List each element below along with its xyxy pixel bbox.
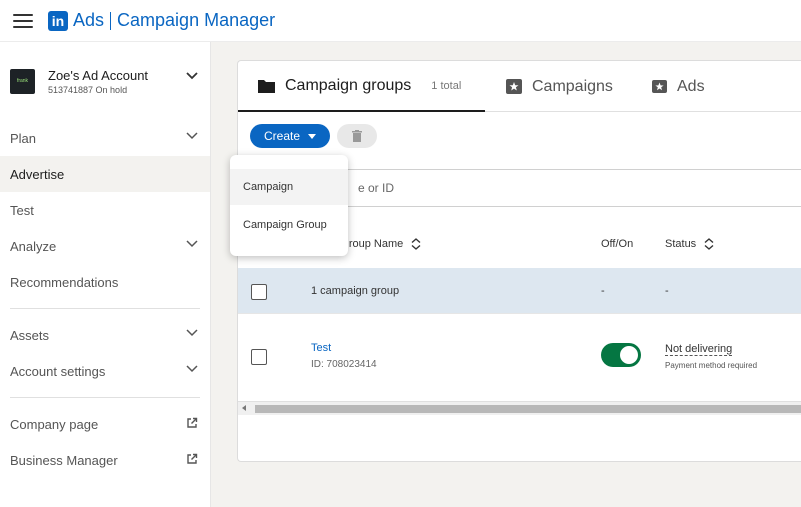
- create-button[interactable]: Create: [250, 124, 330, 148]
- column-label: Off/On: [601, 238, 634, 250]
- tab-label: Ads: [677, 77, 705, 95]
- toolbar: Create: [250, 123, 377, 149]
- account-switcher[interactable]: frank Zoe's Ad Account 513741887 On hold: [0, 42, 210, 120]
- sidebar-item-test[interactable]: Test: [0, 192, 210, 228]
- tab-label: Campaigns: [532, 77, 613, 95]
- menu-icon[interactable]: [13, 13, 33, 28]
- chevron-down-icon: [186, 365, 198, 373]
- campaign-icon: [506, 79, 522, 94]
- column-header-off-on: Off/On: [601, 238, 633, 250]
- sidebar-item-recommendations[interactable]: Recommendations: [0, 264, 210, 300]
- chevron-down-icon: [186, 240, 198, 248]
- ad-icon: [652, 80, 667, 93]
- chevron-down-icon: [186, 329, 198, 337]
- sidebar-item-account-settings[interactable]: Account settings: [0, 353, 210, 389]
- campaign-group-link[interactable]: Test: [311, 342, 331, 354]
- account-logo: frank: [10, 68, 35, 94]
- summary-count: 1 campaign group: [311, 285, 400, 297]
- top-bar: in Ads Campaign Manager: [0, 0, 801, 42]
- sidebar-item-label: Advertise: [10, 166, 65, 182]
- summary-row: 1 campaign group - -: [238, 268, 801, 313]
- sidebar-item-advertise[interactable]: Advertise: [0, 156, 210, 192]
- sidebar: frank Zoe's Ad Account 513741887 On hold…: [0, 42, 211, 507]
- sidebar-item-label: Assets: [10, 327, 50, 343]
- sidebar-item-assets[interactable]: Assets: [0, 317, 210, 353]
- horizontal-scrollbar[interactable]: [238, 401, 801, 415]
- sort-icon: [411, 238, 421, 250]
- external-link-icon: [187, 453, 198, 464]
- sidebar-item-plan[interactable]: Plan: [0, 120, 210, 156]
- column-label: Status: [665, 238, 697, 250]
- create-dropdown-menu: Campaign Campaign Group: [230, 155, 348, 256]
- brand-separator: [110, 11, 112, 30]
- sidebar-item-label: Account settings: [10, 363, 106, 379]
- table-row: Test ID: 708023414 Not delivering Paymen…: [238, 313, 801, 398]
- status-link[interactable]: Not delivering: [665, 343, 733, 356]
- on-off-toggle[interactable]: [601, 343, 641, 367]
- tab-campaigns[interactable]: Campaigns: [506, 61, 613, 112]
- chevron-down-icon[interactable]: [186, 72, 198, 80]
- menu-item-campaign-group[interactable]: Campaign Group: [230, 207, 348, 243]
- summary-status: -: [665, 285, 669, 297]
- tab-ads[interactable]: Ads: [652, 61, 705, 112]
- sort-icon: [704, 238, 714, 250]
- caret-down-icon: [308, 133, 317, 139]
- column-header-status[interactable]: Status: [665, 238, 714, 250]
- delete-button[interactable]: [337, 124, 377, 148]
- linkedin-logo: in: [48, 10, 68, 31]
- brand-ads: Ads: [73, 10, 105, 30]
- sidebar-item-company-page[interactable]: Company page: [0, 406, 210, 442]
- sidebar-divider: [10, 308, 200, 309]
- sidebar-item-analyze[interactable]: Analyze: [0, 228, 210, 264]
- sidebar-item-label: Recommendations: [10, 274, 119, 290]
- account-status: 513741887 On hold: [48, 84, 128, 95]
- tab-bar: Campaign groups 1 total Campaigns Ads: [238, 61, 801, 112]
- tab-count: 1 total: [431, 79, 462, 92]
- trash-icon: [352, 130, 362, 142]
- menu-item-campaign[interactable]: Campaign: [230, 169, 348, 205]
- app-title: Campaign Manager: [117, 10, 276, 30]
- sidebar-item-business-manager[interactable]: Business Manager: [0, 442, 210, 478]
- campaign-groups-panel: Campaign groups 1 total Campaigns Ads Cr…: [237, 60, 801, 462]
- sidebar-item-label: Plan: [10, 130, 37, 146]
- tab-campaign-groups[interactable]: Campaign groups 1 total: [238, 61, 485, 112]
- summary-off-on: -: [601, 285, 605, 297]
- account-name: Zoe's Ad Account: [48, 67, 149, 83]
- row-checkbox[interactable]: [251, 349, 267, 365]
- select-all-checkbox[interactable]: [251, 284, 267, 300]
- tab-label: Campaign groups: [285, 76, 412, 94]
- sidebar-item-label: Business Manager: [10, 452, 118, 468]
- chevron-down-icon: [186, 132, 198, 140]
- sidebar-item-label: Analyze: [10, 238, 57, 254]
- external-link-icon: [187, 417, 198, 428]
- scroll-left-icon[interactable]: [242, 405, 246, 411]
- sidebar-divider: [10, 397, 200, 398]
- create-label: Create: [263, 129, 301, 143]
- folder-icon: [258, 79, 275, 93]
- campaign-group-id: ID: 708023414: [311, 359, 377, 370]
- sidebar-item-label: Company page: [10, 416, 99, 432]
- sidebar-item-label: Test: [10, 202, 34, 218]
- scroll-thumb[interactable]: [255, 405, 801, 413]
- status-sub: Payment method required: [665, 361, 758, 370]
